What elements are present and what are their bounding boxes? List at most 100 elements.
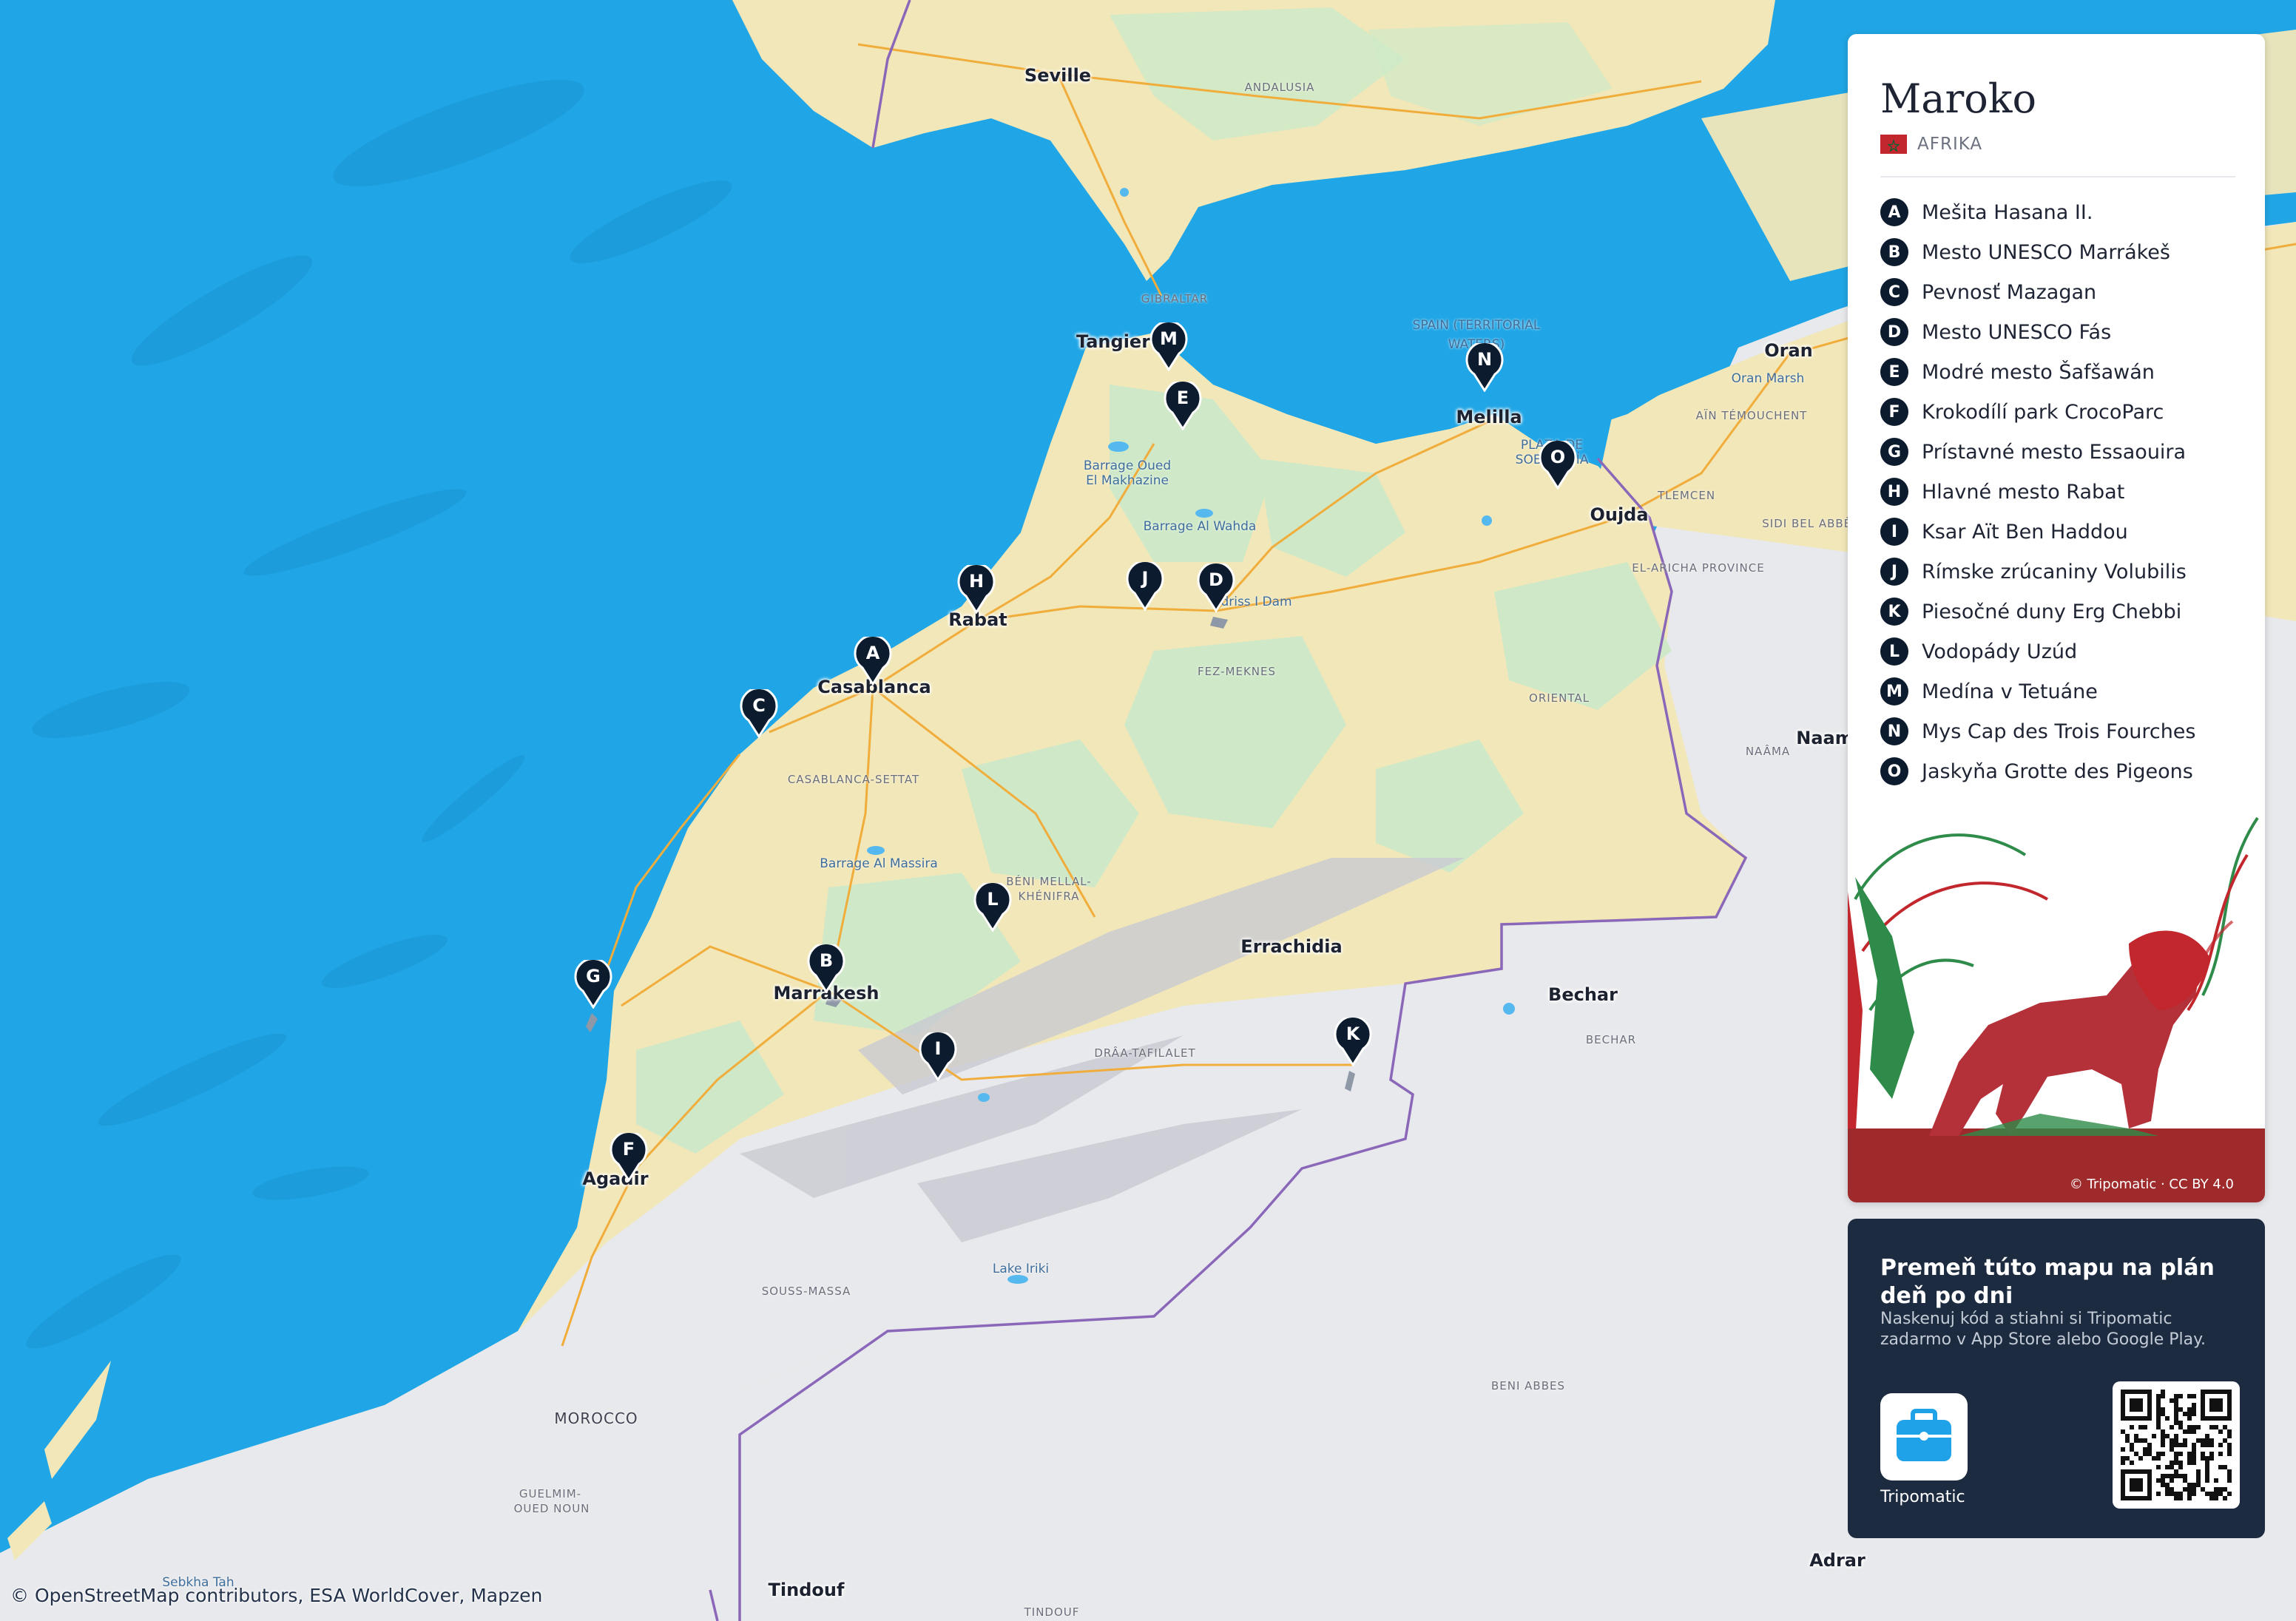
region-label: SOUSS-MASSA [761,1285,851,1298]
poi-name: Rímske zrúcaniny Volubilis [1922,560,2187,583]
country-label: MOROCCO [554,1410,638,1427]
region-label: DRÂA-TAFILALET [1094,1046,1196,1060]
region-label: OUED NOUN [513,1502,590,1515]
poi-badge: O [1880,757,1908,785]
map-pin-n[interactable]: N [1465,343,1504,392]
poi-badge: D [1880,318,1908,346]
poi-name: Piesočné duny Erg Chebbi [1922,600,2182,623]
region-label: EL-ARICHA PROVINCE [1632,561,1765,575]
poi-list-item[interactable]: G Prístavné mesto Essaouira [1880,432,2196,472]
water-label: Oran Marsh [1731,371,1805,386]
poi-list-item[interactable]: D Mesto UNESCO Fás [1880,312,2196,352]
poi-list-item[interactable]: E Modré mesto Šafšawán [1880,352,2196,392]
card-credit[interactable]: © Tripomatic · CC BY 4.0 [2070,1177,2234,1192]
city-label: Adrar [1809,1550,1866,1571]
poi-badge: L [1880,637,1908,666]
poi-badge: M [1880,677,1908,705]
poi-name: Medína v Tetuáne [1922,680,2098,703]
city-label: Errachidia [1240,936,1343,957]
poi-list-item[interactable]: A Mešita Hasana II. [1880,192,2196,232]
water-label: SPAIN (TERRITORIAL [1412,318,1541,333]
city-label: Tangier [1076,331,1151,352]
region-label: ANDALUSIA [1244,81,1315,94]
poi-badge: E [1880,358,1908,386]
poi-name: Prístavné mesto Essaouira [1922,440,2187,464]
poi-list-item[interactable]: H Hlavné mesto Rabat [1880,472,2196,512]
poi-name: Mys Cap des Trois Fourches [1922,720,2196,743]
region-label: BÉNI MELLAL- [1006,875,1092,888]
map-pin-o[interactable]: O [1539,441,1577,490]
map-pin-l[interactable]: L [973,883,1012,932]
poi-list-item[interactable]: I Ksar Aït Ben Haddou [1880,512,2196,552]
region-label: CASABLANCA-SETTAT [787,773,920,786]
region-label: AÏN TÉMOUCHENT [1695,409,1808,422]
city-label: Bechar [1548,984,1618,1005]
map-pin-m[interactable]: M [1149,322,1188,371]
poi-name: Mešita Hasana II. [1922,200,2093,224]
map-pin-e[interactable]: E [1164,382,1202,430]
map-pin-d[interactable]: D [1197,564,1235,612]
suitcase-icon[interactable] [1880,1393,1968,1480]
app-label: Tripomatic [1880,1488,1965,1506]
poi-badge: B [1880,238,1908,266]
city-label: Oujda [1590,504,1649,525]
poi-list-item[interactable]: F Krokodílí park CrocoParc [1880,392,2196,432]
poi-badge: A [1880,198,1908,226]
destination-card: Maroko AFRIKA A Mešita Hasana II. B Mesto U… [1848,34,2265,1202]
poi-list-item[interactable]: B Mesto UNESCO Marrákeš [1880,232,2196,272]
region-label: FEZ-MEKNES [1197,665,1277,678]
water-label: Barrage Oued [1083,458,1172,473]
poi-list-item[interactable]: N Mys Cap des Trois Fourches [1880,711,2196,751]
poi-badge: K [1880,598,1908,626]
poi-badge: F [1880,398,1908,426]
poi-badge: H [1880,478,1908,506]
continent-label: AFRIKA [1880,135,1982,154]
morocco-flag-icon [1880,135,1907,154]
region-label: SIDI BEL ABBÈS [1762,517,1860,530]
poi-name: Krokodílí park CrocoParc [1922,400,2164,424]
continent-name: AFRIKA [1917,135,1983,154]
poi-list-item[interactable]: K Piesočné duny Erg Chebbi [1880,592,2196,632]
promo-title: Premeň túto mapu na plán deň po dni [1880,1255,2215,1309]
poi-list-item[interactable]: O Jaskyňa Grotte des Pigeons [1880,751,2196,791]
water-label: El Makhazine [1086,473,1169,488]
map-pin-g[interactable]: G [574,960,612,1009]
city-label: Oran [1764,340,1813,361]
poi-badge: I [1880,518,1908,546]
city-label: Tindouf [768,1580,845,1600]
region-label: ORIENTAL [1529,691,1590,705]
poi-badge: G [1880,438,1908,466]
map-pin-f[interactable]: F [610,1133,648,1182]
water-label: Barrage Al Wahda [1143,519,1257,534]
map-pin-h[interactable]: H [957,565,996,614]
region-label: NAÂMA [1745,745,1791,758]
map-pin-c[interactable]: C [740,689,778,738]
poi-badge: J [1880,558,1908,586]
poi-list: A Mešita Hasana II. B Mesto UNESCO Marrákeš… [1880,192,2196,791]
poi-name: Mesto UNESCO Marrákeš [1922,240,2170,264]
region-label: GUELMIM- [519,1487,582,1500]
poi-badge: C [1880,278,1908,306]
region-label: KHÉNIFRA [1018,890,1080,903]
qr-code-icon[interactable] [2113,1381,2240,1509]
city-label: Naam [1796,728,1854,748]
map-pin-a[interactable]: A [854,637,892,686]
poi-list-item[interactable]: J Rímske zrúcaniny Volubilis [1880,552,2196,592]
map-pin-b[interactable]: B [807,944,845,993]
poi-name: Mesto UNESCO Fás [1922,320,2112,344]
poi-name: Jaskyňa Grotte des Pigeons [1922,759,2193,783]
map-pin-k[interactable]: K [1334,1018,1372,1066]
region-label: GIBRALTAR [1141,292,1209,305]
region-label: BENI ABBES [1490,1379,1566,1392]
poi-name: Vodopády Uzúd [1922,640,2078,663]
map-pin-i[interactable]: I [919,1032,957,1081]
poi-list-item[interactable]: C Pevnosť Mazagan [1880,272,2196,312]
poi-list-item[interactable]: M Medína v Tetuáne [1880,671,2196,711]
poi-name: Pevnosť Mazagan [1922,280,2097,304]
promo-panel: Premeň túto mapu na plán deň po dni Nask… [1848,1219,2265,1538]
poi-badge: N [1880,717,1908,745]
city-label: Seville [1024,65,1092,86]
map-pin-j[interactable]: J [1126,562,1164,611]
poi-list-item[interactable]: L Vodopády Uzúd [1880,632,2196,671]
map-attribution[interactable]: © OpenStreetMap contributors, ESA WorldC… [10,1585,542,1606]
